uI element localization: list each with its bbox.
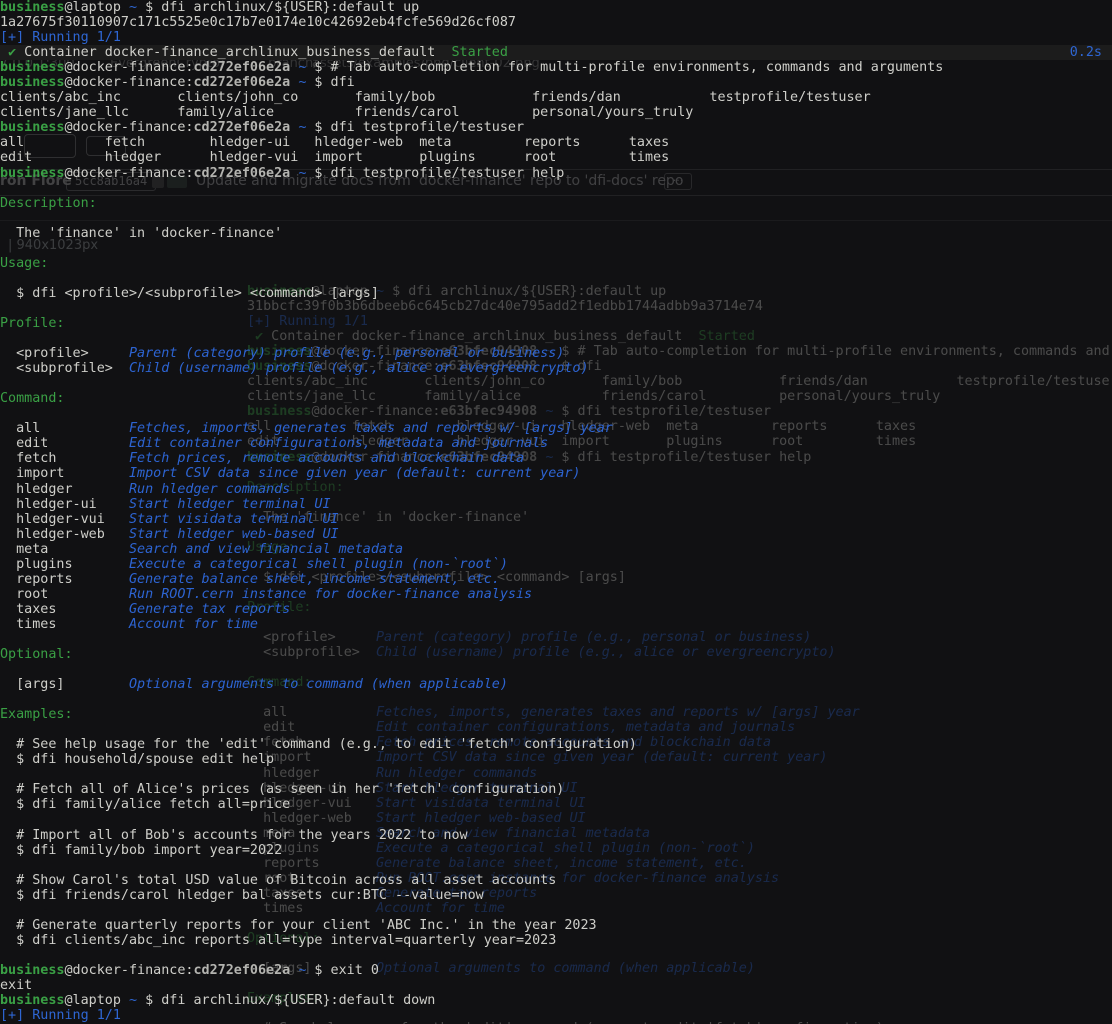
terminal-line: meta Search and view financial metadata [0, 542, 1112, 557]
terminal-line: clients/jane_llc family/alice friends/ca… [0, 105, 1112, 120]
terminal-line: plugins Execute a categorical shell plug… [0, 557, 1112, 572]
terminal-line: times Account for time [0, 617, 1112, 632]
terminal-line: import Import CSV data since given year … [0, 466, 1112, 481]
terminal-output: business@laptop ~ $ dfi archlinux/${USER… [0, 0, 1112, 1023]
terminal-line: $ dfi family/bob import year=2022 [0, 843, 1112, 858]
terminal-line: business@laptop ~ $ dfi archlinux/${USER… [0, 993, 1112, 1008]
terminal-line: hledger-web Start hledger web-based UI [0, 527, 1112, 542]
terminal-line: business@docker-finance:cd272ef06e2a ~ $… [0, 75, 1112, 90]
elapsed-time-badge: 0.2s [1070, 45, 1102, 60]
terminal-line: all fetch hledger-ui hledger-web meta re… [0, 135, 1112, 150]
terminal-line [0, 271, 1112, 286]
terminal-line: # Import all of Bob's accounts for the y… [0, 828, 1112, 843]
terminal-line: <subprofile> Child (username) profile (e… [0, 361, 1112, 376]
terminal-line: $ dfi household/spouse edit help [0, 752, 1112, 767]
terminal-line: taxes Generate tax reports [0, 602, 1112, 617]
terminal-line: business@docker-finance:cd272ef06e2a ~ $… [0, 120, 1112, 135]
terminal-line: edit Edit container configurations, meta… [0, 436, 1112, 451]
terminal-line: Examples: [0, 707, 1112, 722]
terminal-line: 1a27675f30110907c171c5525e0c17b7e0174e10… [0, 15, 1112, 30]
terminal-line [0, 331, 1112, 346]
terminal-line: The 'finance' in 'docker-finance' [0, 226, 1112, 241]
terminal-line: business@docker-finance:cd272ef06e2a ~ $… [0, 60, 1112, 75]
terminal-line [0, 903, 1112, 918]
terminal-line [0, 722, 1112, 737]
terminal-line [0, 692, 1112, 707]
terminal-line: clients/abc_inc clients/john_co family/b… [0, 90, 1112, 105]
terminal-line [0, 632, 1112, 647]
terminal-line: $ dfi family/alice fetch all=price [0, 797, 1112, 812]
terminal-line: <profile> Parent (category) profile (e.g… [0, 346, 1112, 361]
terminal-line: hledger Run hledger commands [0, 482, 1112, 497]
terminal-line: # Fetch all of Alice's prices (as seen i… [0, 782, 1112, 797]
terminal-line: $ dfi clients/abc_inc reports all=type i… [0, 933, 1112, 948]
terminal-line [0, 813, 1112, 828]
terminal-line [0, 858, 1112, 873]
terminal-line [0, 211, 1112, 226]
terminal-screen[interactable]: 7.0.0.1:300 EvergreenCrypto/ branch/ ass… [0, 0, 1112, 1024]
terminal-line: # See help usage for the 'edit' command … [0, 737, 1112, 752]
terminal-line: hledger-vui Start visidata terminal UI [0, 512, 1112, 527]
terminal-line: $ dfi <profile>/<subprofile> <command> [… [0, 286, 1112, 301]
terminal-line [0, 662, 1112, 677]
terminal-line: hledger-ui Start hledger terminal UI [0, 497, 1112, 512]
terminal-line: Command: [0, 391, 1112, 406]
terminal-line [0, 301, 1112, 316]
terminal-line: [args] Optional arguments to command (wh… [0, 677, 1112, 692]
terminal-line: ✔ Container docker-finance_archlinux_bus… [0, 45, 1112, 60]
terminal-line: Usage: [0, 256, 1112, 271]
terminal-line: Optional: [0, 647, 1112, 662]
terminal-line: business@laptop ~ $ dfi archlinux/${USER… [0, 0, 1112, 15]
terminal-line: # Show Carol's total USD value of Bitcoi… [0, 873, 1112, 888]
terminal-line: exit [0, 978, 1112, 993]
terminal-line: $ dfi friends/carol hledger bal assets c… [0, 888, 1112, 903]
terminal-line: Description: [0, 196, 1112, 211]
terminal-line: [+] Running 1/1 [0, 1008, 1112, 1023]
terminal-line: reports Generate balance sheet, income s… [0, 572, 1112, 587]
terminal-line: edit hledger hledger-vui import plugins … [0, 150, 1112, 165]
terminal-line: all Fetches, imports, generates taxes an… [0, 421, 1112, 436]
terminal-line: business@docker-finance:cd272ef06e2a ~ $… [0, 166, 1112, 181]
terminal-line: fetch Fetch prices, remote accounts and … [0, 451, 1112, 466]
terminal-line [0, 767, 1112, 782]
terminal-line [0, 406, 1112, 421]
terminal-line [0, 948, 1112, 963]
terminal-line: business@docker-finance:cd272ef06e2a ~ $… [0, 963, 1112, 978]
terminal-line: root Run ROOT.cern instance for docker-f… [0, 587, 1112, 602]
terminal-line [0, 181, 1112, 196]
terminal-line [0, 376, 1112, 391]
terminal-line: [+] Running 1/1 [0, 30, 1112, 45]
terminal-line: Profile: [0, 316, 1112, 331]
terminal-line: # Generate quarterly reports for your cl… [0, 918, 1112, 933]
terminal-line [0, 241, 1112, 256]
